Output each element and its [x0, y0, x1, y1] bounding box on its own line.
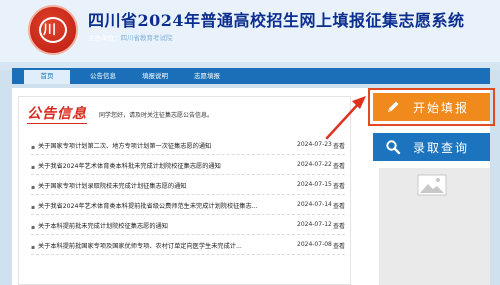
bullet-icon: ▪	[31, 184, 36, 191]
notice-item-title[interactable]: 关于国家专项计划第二次、地方专项计划第一次征集志愿的通知	[38, 141, 286, 150]
notice-item-title[interactable]: 关于我省2024年艺术体育类本科提前批省级公费师范生未完成计划院校征集志...	[38, 201, 286, 210]
notice-item-title[interactable]: 关于本科提前批国家专项及国家优师专项、农村订单定向医学生未完成计...	[38, 241, 286, 250]
bullet-icon: ▪	[31, 164, 36, 171]
notice-item-date: 2024-07-23	[297, 141, 332, 148]
notice-item[interactable]: ▪ 关于国家专项计划第二次、地方专项计划第一次征集志愿的通知 2024-07-2…	[31, 137, 345, 155]
nav-item-guide[interactable]: 填报说明	[132, 68, 178, 84]
notice-item[interactable]: ▪ 关于本科提前批未完成计划院校征集志愿的通知 2024-07-12 查看	[31, 217, 345, 235]
subtitle-host: 四川省教育考试院	[120, 34, 173, 42]
notice-item-title[interactable]: 关于国家专项计划录取院校未完成计划征集志愿的通知	[38, 181, 286, 190]
header: 川 四川省2024年普通高校招生网上填报征集志愿系统 主办单位：四川省教育考试院	[0, 0, 500, 62]
notice-item-date: 2024-07-15	[297, 181, 332, 188]
notice-item[interactable]: ▪ 关于我省2024年艺术体育类本科提前批省级公费师范生未完成计划院校征集志..…	[31, 197, 345, 215]
notice-item-title[interactable]: 关于我省2024年艺术体育类本科批未完成计划院校征集志愿的通知	[38, 161, 286, 170]
notice-panel-title: 公告信息	[27, 106, 87, 122]
main-content: 公告信息 同学您好，请及时关注征集志愿公告信息。 ▪ 关于国家专项计划第二次、地…	[12, 88, 495, 285]
notice-item-date: 2024-07-14	[297, 201, 332, 208]
notice-panel: 公告信息 同学您好，请及时关注征集志愿公告信息。 ▪ 关于国家专项计划第二次、地…	[18, 96, 351, 285]
notice-item-date: 2024-07-08	[297, 241, 332, 248]
search-icon	[386, 140, 401, 155]
notice-item-view-link[interactable]: 查看	[333, 181, 345, 190]
title-underline	[27, 123, 87, 124]
admission-query-button[interactable]: 录取查询	[373, 133, 490, 161]
notice-item-title[interactable]: 关于本科提前批未完成计划院校征集志愿的通知	[38, 221, 286, 230]
bullet-icon: ▪	[31, 244, 36, 251]
notice-item-date: 2024-07-12	[297, 221, 332, 228]
bullet-icon: ▪	[31, 204, 36, 211]
start-apply-label: 开始填报	[413, 101, 470, 115]
site-subtitle: 主办单位：四川省教育考试院	[88, 32, 173, 42]
main-nav: 首页 公告信息 填报说明 志愿填报	[12, 68, 490, 84]
notice-item[interactable]: ▪ 关于国家专项计划录取院校未完成计划征集志愿的通知 2024-07-15 查看	[31, 177, 345, 195]
side-image-box	[379, 168, 490, 285]
notice-item-view-link[interactable]: 查看	[333, 201, 345, 210]
admission-query-label: 录取查询	[413, 141, 470, 155]
bullet-icon: ▪	[31, 144, 36, 151]
notice-item[interactable]: ▪ 关于我省2024年艺术体育类本科批未完成计划院校征集志愿的通知 2024-0…	[31, 157, 345, 175]
subtitle-label: 主办单位：	[88, 34, 121, 42]
notice-item-date: 2024-07-22	[297, 161, 332, 168]
nav-item-apply[interactable]: 志愿填报	[184, 68, 230, 84]
start-apply-button[interactable]: 开始填报	[368, 88, 495, 126]
image-placeholder-icon	[417, 174, 447, 196]
logo-icon: 川	[28, 5, 78, 55]
side-panel: 开始填报 录取查询	[357, 88, 495, 285]
notice-item[interactable]: ▪ 关于本科提前批国家专项及国家优师专项、农村订单定向医学生未完成计... 20…	[31, 237, 345, 255]
pencil-icon	[388, 101, 399, 112]
site-title: 四川省2024年普通高校招生网上填报征集志愿系统	[88, 11, 465, 30]
notice-item-view-link[interactable]: 查看	[333, 161, 345, 170]
notice-item-view-link[interactable]: 查看	[333, 241, 345, 250]
notice-hint: 同学您好，请及时关注征集志愿公告信息。	[99, 112, 214, 119]
notice-item-view-link[interactable]: 查看	[333, 221, 345, 230]
notice-item-view-link[interactable]: 查看	[333, 141, 345, 150]
nav-item-notices[interactable]: 公告信息	[80, 68, 126, 84]
nav-item-home[interactable]: 首页	[24, 68, 70, 84]
bullet-icon: ▪	[31, 224, 36, 231]
